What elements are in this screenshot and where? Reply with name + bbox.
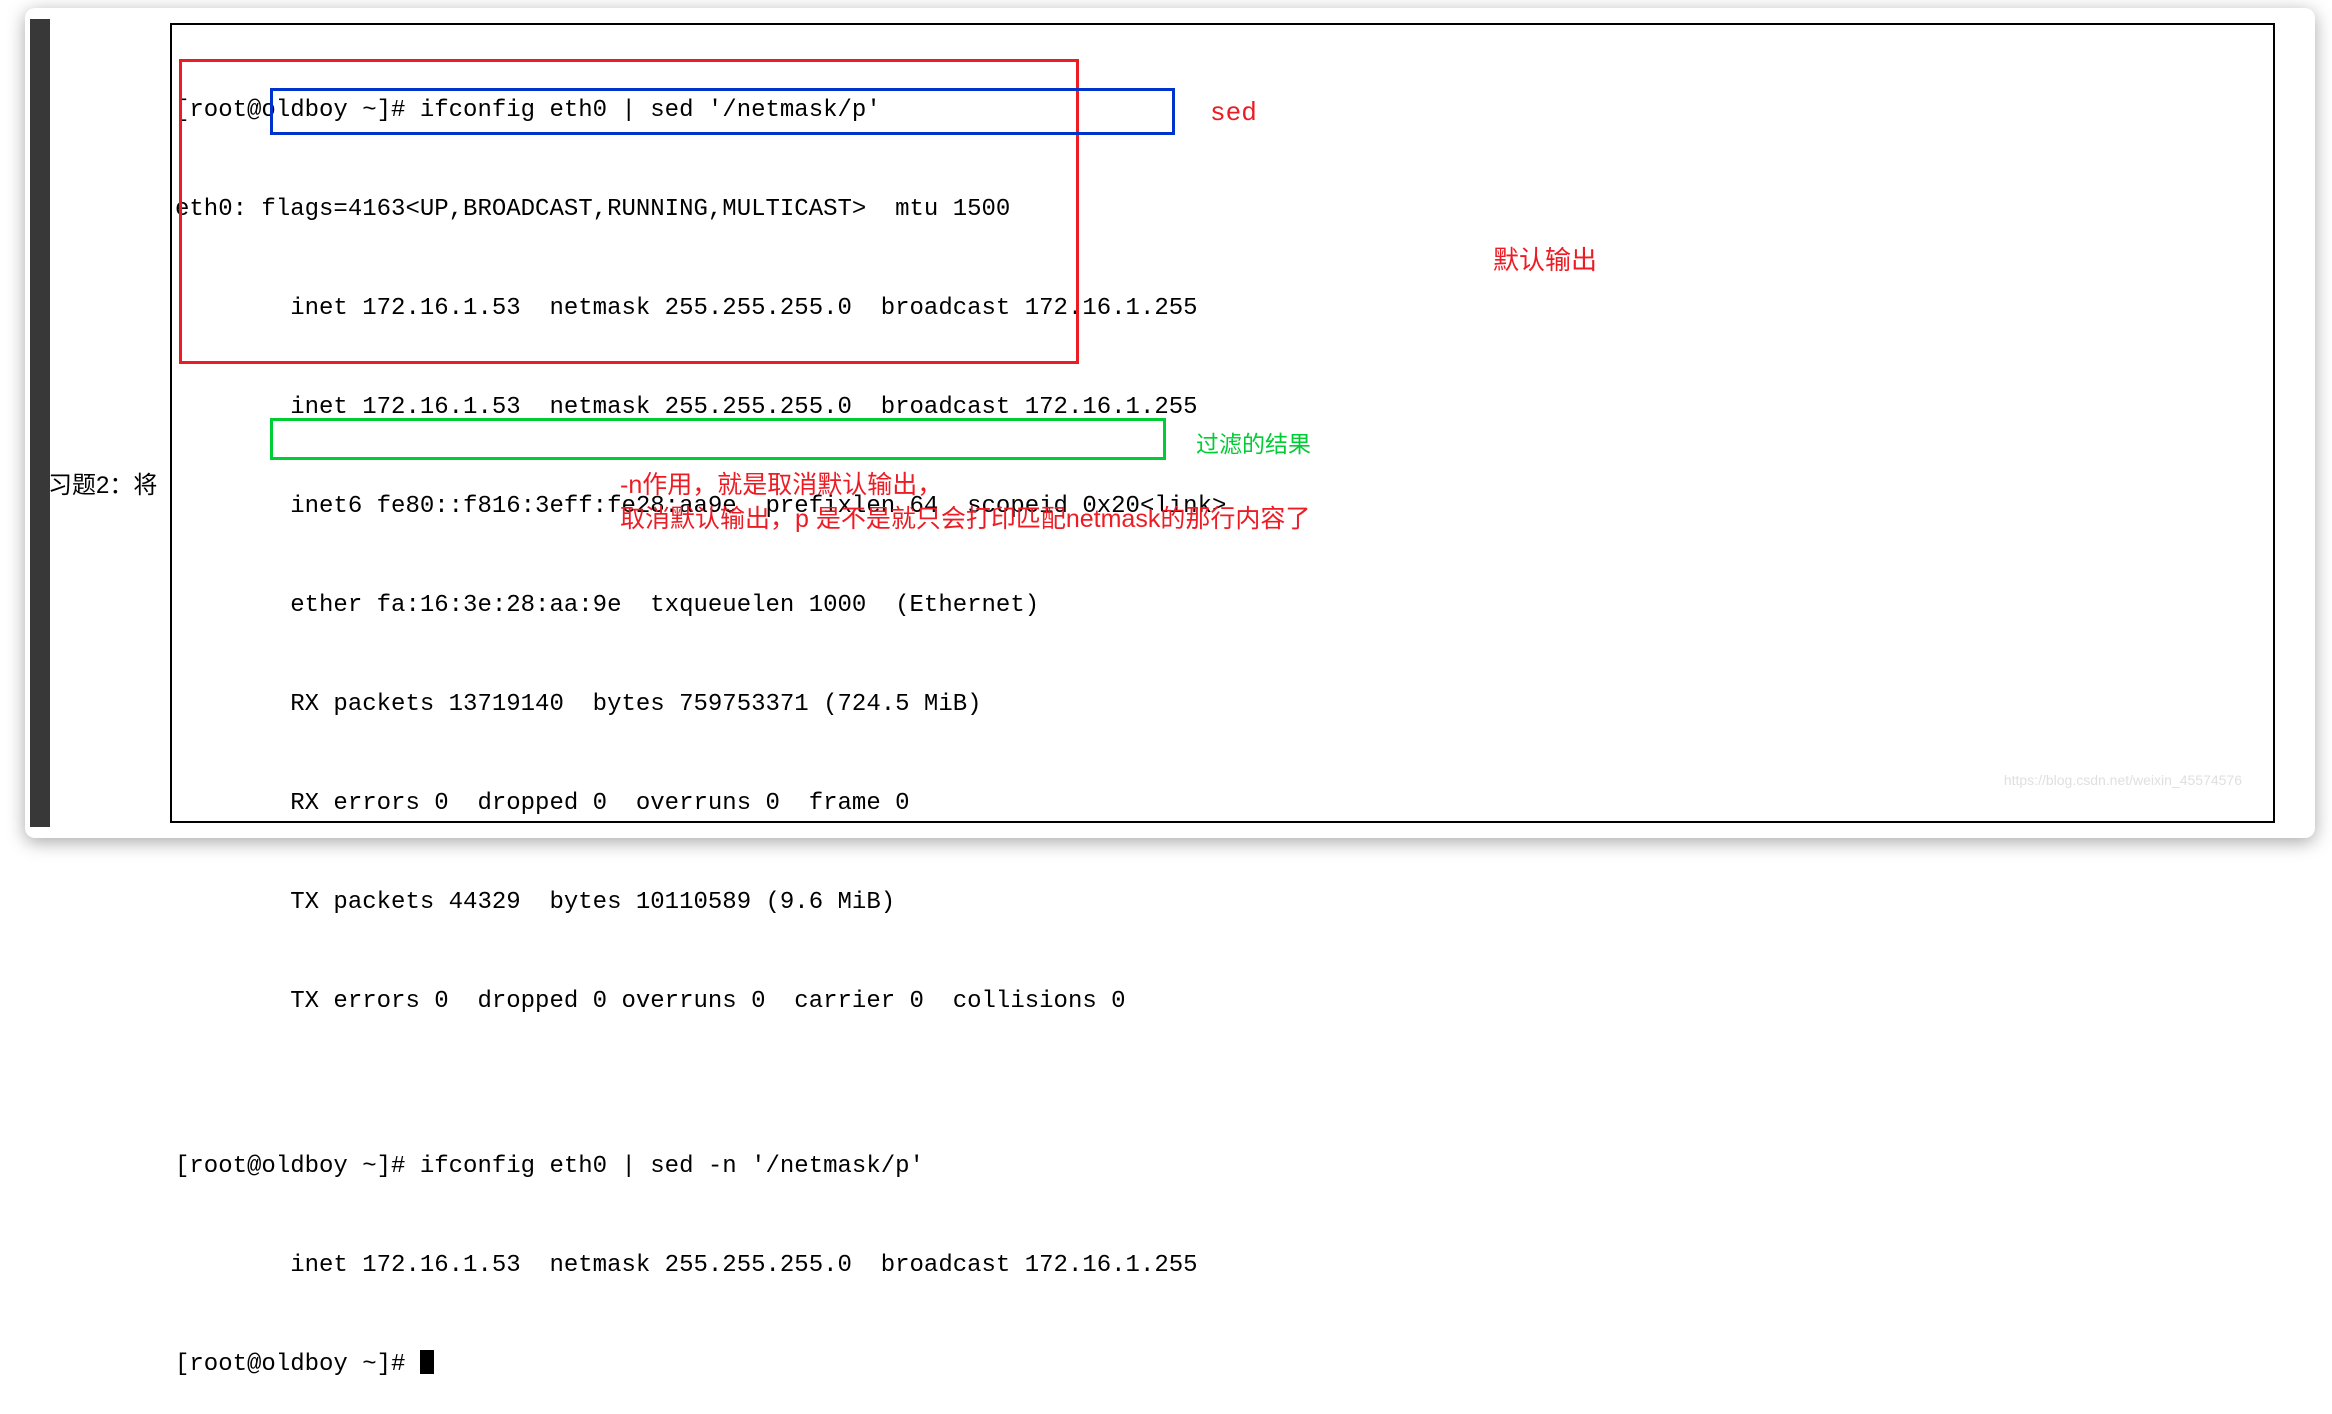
left-margin-bar [30,19,50,827]
output-line: inet 172.16.1.53 netmask 255.255.255.0 b… [175,1249,2270,1282]
terminal-prompt-idle: [root@oldboy ~]# [175,1348,2270,1381]
terminal-content: [root@oldboy ~]# ifconfig eth0 | sed '/n… [175,28,2270,1414]
annotation-sed-label: sed [1210,98,1257,128]
output-line: eth0: flags=4163<UP,BROADCAST,RUNNING,MU… [175,193,2270,226]
output-line: RX packets 13719140 bytes 759753371 (724… [175,688,2270,721]
watermark-text: https://blog.csdn.net/weixin_45574576 [2004,772,2242,788]
output-line: ether fa:16:3e:28:aa:9e txqueuelen 1000 … [175,589,2270,622]
prompt: [root@oldboy ~]# [175,1153,420,1180]
output-line: inet 172.16.1.53 netmask 255.255.255.0 b… [175,292,2270,325]
output-line: TX errors 0 dropped 0 overruns 0 carrier… [175,985,2270,1018]
command-text: ifconfig eth0 | sed '/netmask/p' [420,97,881,124]
command-text: ifconfig eth0 | sed -n '/netmask/p' [420,1153,924,1180]
annotation-filtered-result: 过滤的结果 [1196,425,1311,459]
prompt: [root@oldboy ~]# [175,1351,420,1378]
annotation-n-explain-2: 取消默认输出，p 是不是就只会打印匹配netmask的那行内容了 [620,499,1310,535]
cursor-icon [420,1350,434,1374]
annotation-n-explain-1: -n作用，就是取消默认输出， [620,465,942,501]
prompt: [root@oldboy ~]# [175,97,420,124]
annotation-default-output: 默认输出 [1493,240,1597,277]
terminal-cmd-2: [root@oldboy ~]# ifconfig eth0 | sed -n … [175,1150,2270,1183]
exercise-label: 习题2：将 [48,465,157,500]
output-line: inet 172.16.1.53 netmask 255.255.255.0 b… [175,391,2270,424]
output-line: TX packets 44329 bytes 10110589 (9.6 MiB… [175,886,2270,919]
output-line: RX errors 0 dropped 0 overruns 0 frame 0 [175,787,2270,820]
